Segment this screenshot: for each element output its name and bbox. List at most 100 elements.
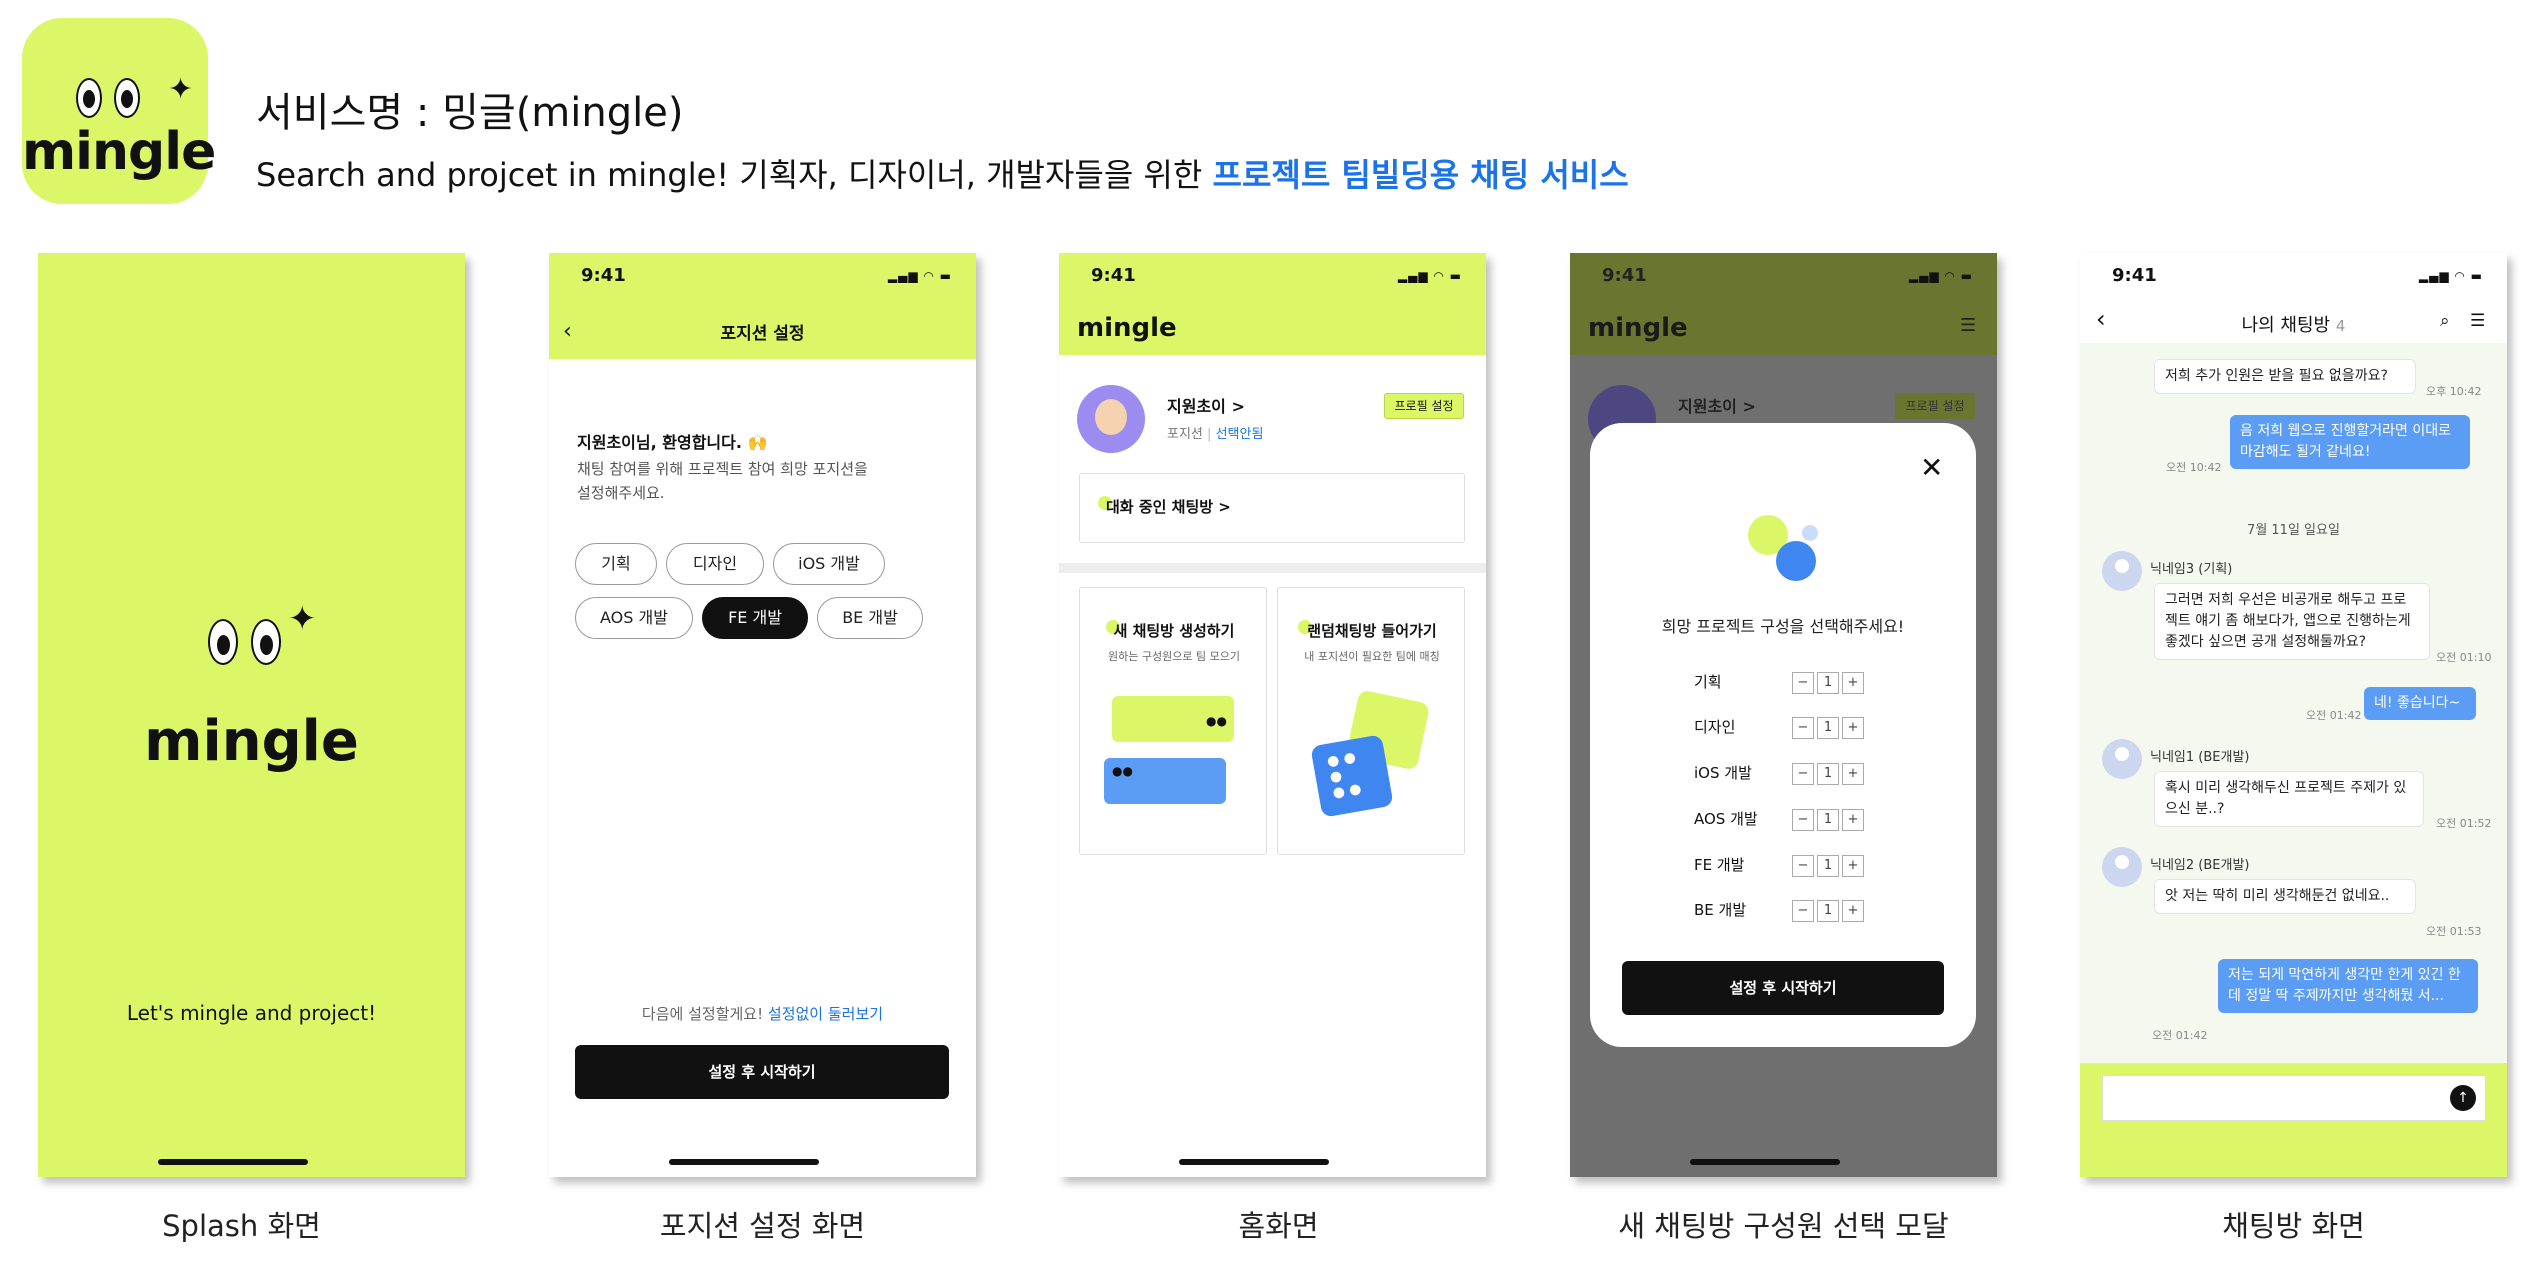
- splash-logo: mingle: [144, 709, 359, 774]
- close-icon[interactable]: ✕: [1920, 451, 1943, 484]
- modal-screen: 9:41 ▂▄▆ ◠ ▬ mingle ☰ 지원초이 > 프로필 설정 ✕ 희망 …: [1570, 253, 1997, 1177]
- home-screen: 9:41 ▂▄▆ ◠ ▬ mingle 지원초이 > 포지션 | 선택안됨 프로필…: [1059, 253, 1486, 1177]
- dot-icon: [1802, 525, 1818, 541]
- message-bubble: 저희 추가 인원은 받을 필요 없을까요?: [2154, 359, 2416, 394]
- message-time: 오전 01:52: [2436, 817, 2492, 830]
- chip-ios[interactable]: iOS 개발: [773, 543, 885, 585]
- plus-button[interactable]: +: [1842, 717, 1864, 739]
- quantity-stepper: −1 +: [1792, 899, 1867, 922]
- home-indicator: [158, 1159, 308, 1165]
- plus-button[interactable]: +: [1842, 763, 1864, 785]
- avatar: [2102, 847, 2142, 887]
- chat-title: 나의 채팅방: [2241, 315, 2331, 336]
- position-label: 포지션: [1167, 427, 1203, 442]
- signal-icon: ▂▄▆ ◠ ▬: [2418, 269, 2483, 283]
- caption-modal: 새 채팅방 구성원 선택 모달: [1618, 1209, 1949, 1243]
- count-value: 1: [1817, 717, 1839, 739]
- message-time: 오후 10:42: [2426, 385, 2482, 398]
- status-time: 9:41: [2112, 265, 2157, 286]
- nav-title: 포지션 설정: [720, 324, 805, 344]
- profile-settings-button[interactable]: 프로필 설정: [1384, 393, 1464, 419]
- desc-line2: 설정해주세요.: [577, 484, 665, 502]
- send-icon[interactable]: ↑: [2450, 1085, 2476, 1111]
- browse-link[interactable]: 설정없이 둘러보기: [768, 1005, 883, 1023]
- minus-button[interactable]: −: [1792, 900, 1814, 922]
- minus-button[interactable]: −: [1792, 763, 1814, 785]
- minus-button[interactable]: −: [1792, 855, 1814, 877]
- chat-screen: 9:41 ▂▄▆ ◠ ▬ ‹ 나의 채팅방 4 ⌕ ☰ 저희 추가 인원은 받을 …: [2080, 253, 2507, 1177]
- minus-button[interactable]: −: [1792, 672, 1814, 694]
- active-chat-card[interactable]: 대화 중인 채팅방 >: [1079, 473, 1465, 543]
- sparkle-icon: ✦: [288, 599, 317, 639]
- splash-tagline: Let's mingle and project!: [126, 1001, 377, 1025]
- chat-bubble-icon: ●●: [1104, 758, 1226, 804]
- home-indicator: [669, 1159, 819, 1165]
- minus-button[interactable]: −: [1792, 717, 1814, 739]
- count-value: 1: [1817, 672, 1839, 694]
- welcome-text: 지원초이님, 환영합니다. 🙌: [577, 433, 768, 452]
- chip-fe-selected[interactable]: FE 개발: [702, 597, 808, 639]
- chip-design[interactable]: 디자인: [666, 543, 764, 585]
- chip-aos[interactable]: AOS 개발: [575, 597, 693, 639]
- caption-home: 홈화면: [1238, 1209, 1319, 1243]
- status-time: 9:41: [581, 265, 626, 286]
- home-logo: mingle: [1077, 313, 1177, 343]
- avatar: [2102, 739, 2142, 779]
- user-name[interactable]: 지원초이 >: [1167, 393, 1245, 417]
- message-bubble: 네! 좋습니다~: [2364, 687, 2476, 720]
- sender-name: 닉네임2 (BE개발): [2150, 858, 2250, 873]
- chat-bubble-icon: ●●: [1112, 696, 1234, 742]
- plus-button[interactable]: +: [1842, 855, 1864, 877]
- status-bar: 9:41 ▂▄▆ ◠ ▬: [549, 253, 976, 297]
- minus-button[interactable]: −: [1792, 809, 1814, 831]
- search-icon[interactable]: ⌕: [2440, 311, 2450, 331]
- avatar[interactable]: [1077, 385, 1145, 453]
- new-chat-title: 새 채팅방 생성하기: [1113, 622, 1235, 640]
- message-input[interactable]: [2102, 1075, 2486, 1121]
- sender-name: 닉네임3 (기획): [2150, 562, 2233, 577]
- quantity-stepper: −1 +: [1792, 808, 1867, 831]
- position-value: 선택안됨: [1215, 427, 1264, 442]
- status-time: 9:41: [1091, 265, 1136, 286]
- home-indicator: [1690, 1159, 1840, 1165]
- new-chat-card[interactable]: 새 채팅방 생성하기 원하는 구성원으로 팀 모으기 ●● ●●: [1079, 587, 1267, 855]
- later-text: 다음에 설정할게요!: [641, 1005, 764, 1023]
- divider: [1059, 563, 1486, 573]
- status-bar: 9:41 ▂▄▆ ◠ ▬: [1059, 253, 1486, 297]
- message-bubble: 저는 되게 막연하게 생각만 한게 있긴 한데 정말 딱 주제까지만 생각해뒀 …: [2218, 959, 2478, 1013]
- profile-settings-button: 프로필 설정: [1895, 393, 1975, 419]
- app-logo: ✦ mingle: [22, 18, 216, 204]
- message-bubble: 음 저희 웹으로 진행할거라면 이대로 마감해도 될거 같네요!: [2230, 415, 2470, 469]
- eye-icon: [208, 619, 238, 665]
- menu-icon[interactable]: ☰: [1960, 315, 1976, 336]
- count-value: 1: [1817, 855, 1839, 877]
- eye-icon: [251, 619, 281, 665]
- splash-screen: ✦ mingle Let's mingle and project!: [38, 253, 465, 1177]
- chip-be[interactable]: BE 개발: [817, 597, 923, 639]
- caption-splash: Splash 화면: [162, 1209, 321, 1243]
- eye-icon: [76, 78, 102, 118]
- modal-prompt: 희망 프로젝트 구성을 선택해주세요!: [1661, 617, 1905, 636]
- mascot-icon: [1776, 541, 1816, 581]
- message-time: 오전 01:42: [2152, 1029, 2208, 1042]
- quantity-stepper: −1 +: [1792, 854, 1867, 877]
- start-button[interactable]: 설정 후 시작하기: [575, 1045, 949, 1099]
- plus-button[interactable]: +: [1842, 672, 1864, 694]
- home-logo: mingle: [1588, 313, 1688, 343]
- count-value: 1: [1817, 763, 1839, 785]
- row-label: FE 개발: [1694, 856, 1745, 874]
- count-value: 1: [1817, 809, 1839, 831]
- date-divider: 7월 11일 일요일: [2247, 523, 2340, 538]
- row-label: AOS 개발: [1694, 810, 1758, 828]
- plus-button[interactable]: +: [1842, 900, 1864, 922]
- subtitle-highlight: 프로젝트 팀빌딩용 채팅 서비스: [1212, 156, 1629, 194]
- eye-icon: [114, 78, 140, 118]
- plus-button[interactable]: +: [1842, 809, 1864, 831]
- start-button[interactable]: 설정 후 시작하기: [1622, 961, 1944, 1015]
- row-label: 디자인: [1694, 718, 1736, 736]
- desc-line1: 채팅 참여를 위해 프로젝트 참여 희망 포지션을: [577, 460, 868, 478]
- chip-planning[interactable]: 기획: [575, 543, 657, 585]
- random-chat-card[interactable]: 랜덤채팅방 들어가기 내 포지션이 필요한 팀에 매칭 ● ● ● ● ●: [1277, 587, 1465, 855]
- page-title: 서비스명 : 밍글(mingle): [256, 90, 684, 136]
- menu-icon[interactable]: ☰: [2470, 311, 2485, 331]
